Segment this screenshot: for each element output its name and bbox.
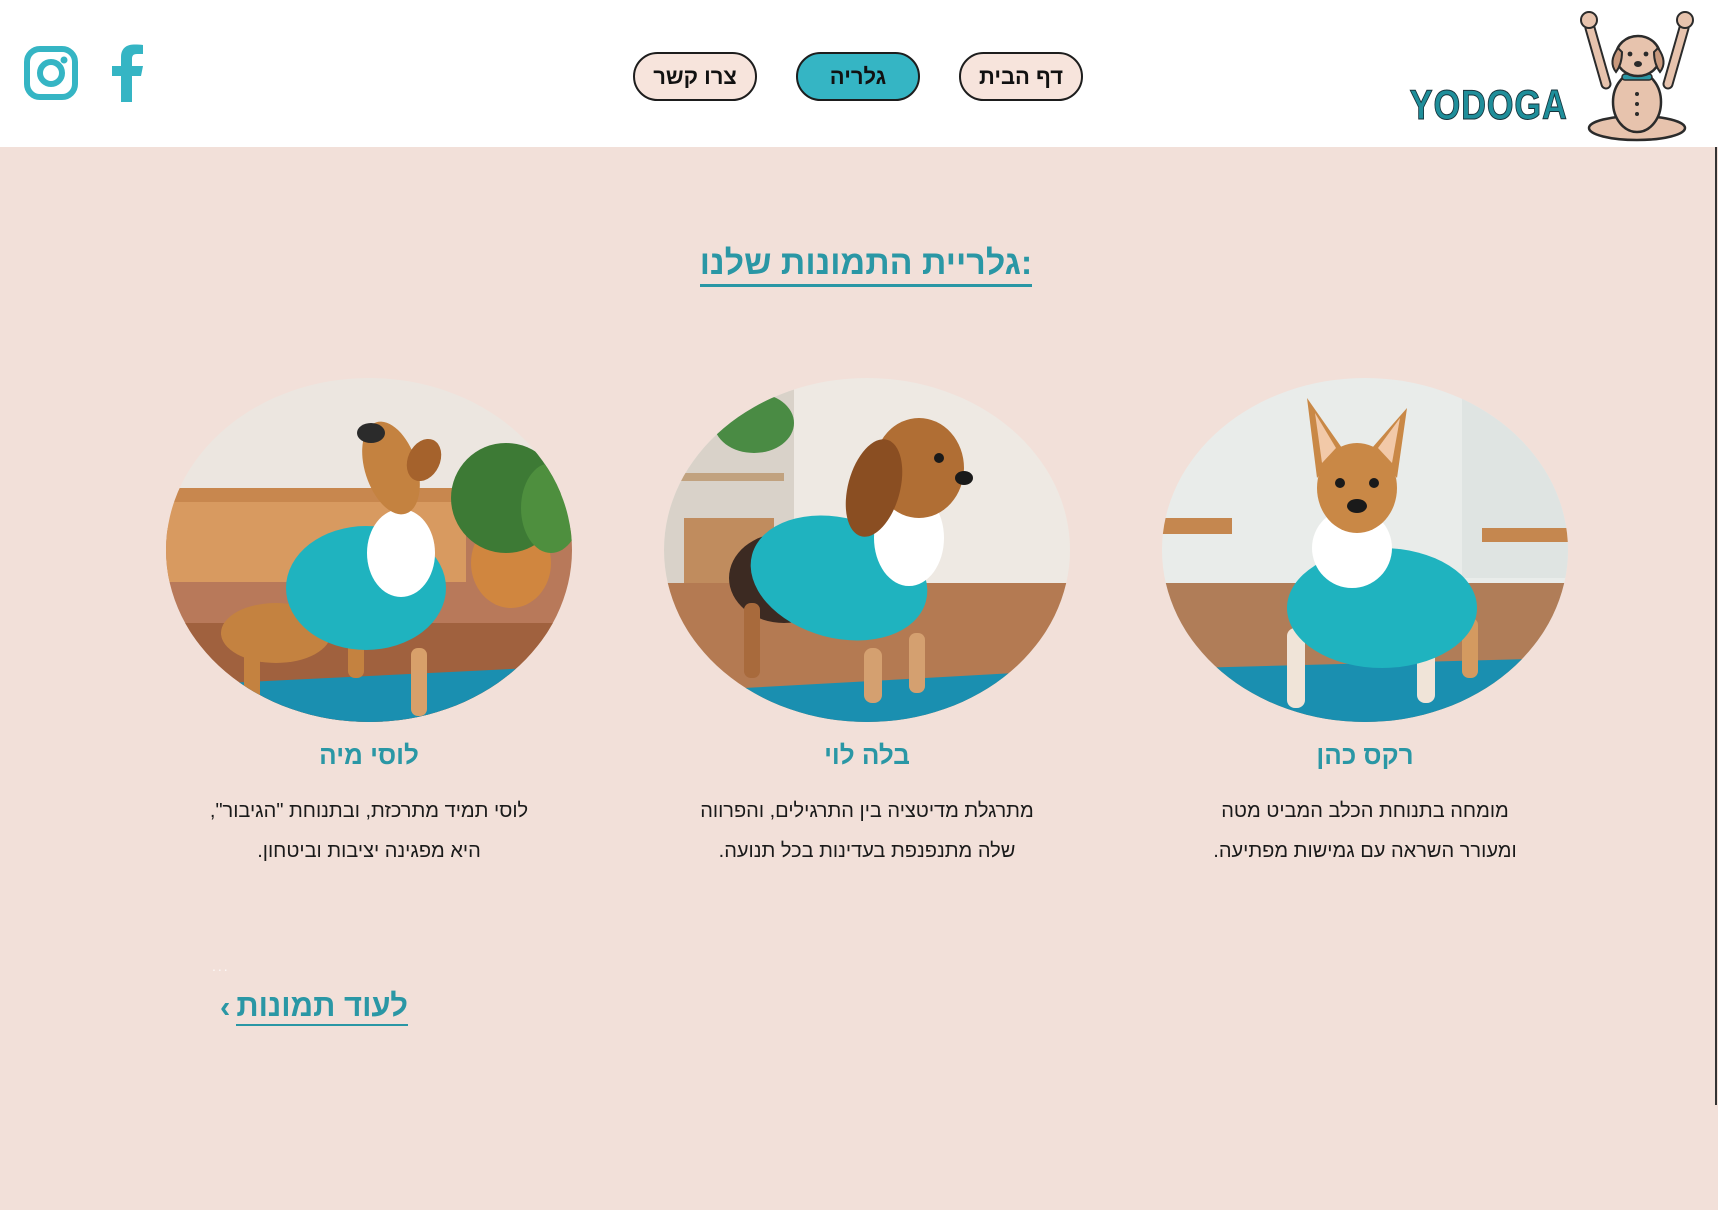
dog-name-bella: בלה לוי: [824, 740, 910, 770]
more-photos-label: לעוד תמונות: [236, 988, 409, 1026]
main-nav: צרו קשר גלריה דף הבית: [633, 52, 1083, 101]
site-header: צרו קשר גלריה דף הבית YODOGA: [0, 0, 1718, 147]
instagram-icon[interactable]: [24, 46, 78, 100]
gallery-card-lucy: לוסי מיה לוסי תמיד מתרכזת, ובתנוחת "הגיב…: [166, 378, 572, 871]
social-links: [24, 44, 144, 102]
facebook-icon[interactable]: [110, 44, 144, 102]
chevron-left-icon: ‹: [220, 989, 231, 1024]
site-logo[interactable]: YODOGA: [1375, 6, 1698, 142]
yoga-dog-logo-icon: [1580, 11, 1694, 142]
dog-name-rex: רקס כהן: [1316, 740, 1414, 770]
gallery-title: גלריית התמונות שלנו:: [0, 244, 1718, 287]
nav-gallery-button[interactable]: גלריה: [796, 52, 920, 101]
dog-photo-bella[interactable]: [664, 378, 1070, 722]
brand-name: YODOGA: [1409, 81, 1568, 129]
nav-home-button[interactable]: דף הבית: [959, 52, 1083, 101]
dog-photo-lucy[interactable]: [166, 378, 572, 722]
scrollbar-edge: [1715, 147, 1717, 1105]
dog-photo-rex[interactable]: [1162, 378, 1568, 722]
dog-description-lucy: לוסי תמיד מתרכזת, ובתנוחת "הגיבור", היא …: [209, 800, 529, 862]
gallery-card-rex: רקס כהן מומחה בתנוחת הכלב המביט מטה ומעו…: [1162, 378, 1568, 871]
nav-contact-button[interactable]: צרו קשר: [633, 52, 757, 101]
pagination-dots: ...: [212, 958, 230, 974]
dog-name-lucy: לוסי מיה: [319, 740, 419, 770]
dog-description-rex: מומחה בתנוחת הכלב המביט מטה ומעורר השראה…: [1213, 800, 1517, 862]
dog-description-bella: מתרגלת מדיטציה בין התרגילים, והפרווה שלה…: [700, 800, 1034, 862]
gallery-card-bella: בלה לוי מתרגלת מדיטציה בין התרגילים, והפ…: [664, 378, 1070, 871]
more-photos-link[interactable]: ‹ לעוד תמונות: [220, 988, 409, 1026]
